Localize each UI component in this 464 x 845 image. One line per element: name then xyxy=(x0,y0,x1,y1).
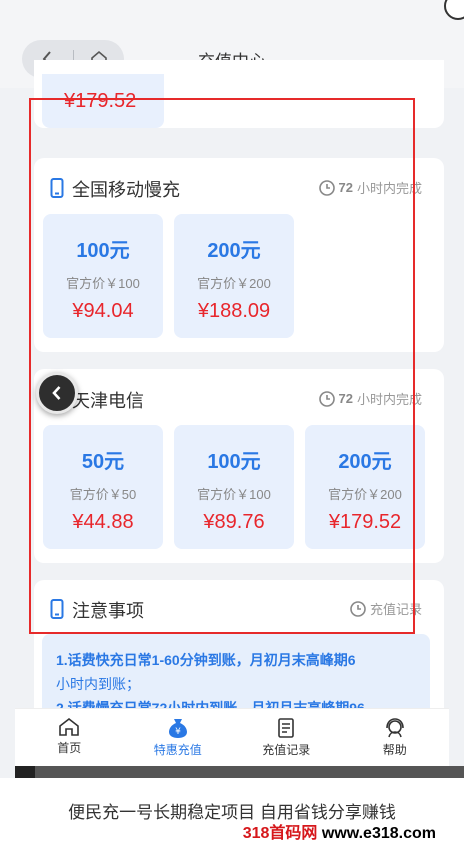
eta-label: 72 小时内完成 xyxy=(318,389,422,408)
clock-icon xyxy=(318,179,335,196)
tab-help[interactable]: 帮助 xyxy=(341,709,450,766)
watermark-url: www.e318.com xyxy=(317,825,436,842)
tab-recharge-records[interactable]: 充值记录 xyxy=(232,709,341,766)
home-icon xyxy=(59,717,80,736)
section-title: 全国移动慢充 xyxy=(72,180,180,200)
package-price: ¥89.76 xyxy=(203,511,265,533)
package-official-price: 官方价￥200 xyxy=(328,487,402,502)
records-link-label: 充值记录 xyxy=(369,602,422,617)
tab-special-recharge[interactable]: ¥ 特惠充值 xyxy=(124,709,233,766)
floating-back-button[interactable] xyxy=(36,372,78,414)
package-tile[interactable]: 200元 官方价￥200 ¥179.52 xyxy=(305,425,425,549)
package-tile[interactable]: 200元 官方价￥200 ¥188.09 xyxy=(174,214,294,338)
section-title: 天津电信 xyxy=(72,391,144,411)
eta-suffix: 小时内完成 xyxy=(356,392,422,407)
watermark-brand: 318首码网 xyxy=(242,825,318,842)
package-price: ¥179.52 xyxy=(328,511,402,533)
bottom-tab-bar: 首页 ¥ 特惠充值 充值记录 帮助 xyxy=(15,708,449,766)
package-tile[interactable]: 100元 官方价￥100 ¥94.04 xyxy=(43,214,163,338)
notice-title: 注意事项 xyxy=(72,601,144,621)
money-bag-icon: ¥ xyxy=(168,719,187,738)
package-price: ¥179.52 xyxy=(64,90,137,112)
tab-label: 首页 xyxy=(57,741,82,755)
caption-area: 便民充一号长期稳定项目 自用省钱分享赚钱 318首码网 www.e318.com xyxy=(0,778,464,845)
package-official-price: 官方价￥200 xyxy=(197,276,271,291)
package-face-value: 100元 xyxy=(207,451,261,473)
notice-line: 小时内到账； xyxy=(56,676,140,692)
notice-line: 1.话费快充日常1-60分钟到账，月初月末高峰期6 xyxy=(56,652,356,668)
receipt-icon xyxy=(278,718,295,738)
phone-icon xyxy=(50,178,64,198)
background-strip xyxy=(15,766,464,778)
package-price: ¥44.88 xyxy=(72,511,134,533)
package-official-price: 官方价￥100 xyxy=(197,487,271,502)
package-price: ¥188.09 xyxy=(197,300,271,322)
package-face-value: 50元 xyxy=(81,451,125,473)
recharge-records-link[interactable]: 充值记录 xyxy=(350,599,422,618)
package-tile[interactable]: 100元 官方价￥100 ¥89.76 xyxy=(174,425,294,549)
tab-home[interactable]: 首页 xyxy=(15,709,124,766)
svg-text:¥: ¥ xyxy=(175,727,181,737)
watermark: 318首码网 www.e318.com xyxy=(243,819,436,843)
eta-hours: 72 xyxy=(338,180,353,195)
tab-label: 充值记录 xyxy=(262,743,311,757)
package-official-price: 官方价￥50 xyxy=(69,487,137,502)
corner-overlay-button[interactable] xyxy=(444,0,464,20)
eta-label: 72 小时内完成 xyxy=(318,178,422,197)
package-price: ¥94.04 xyxy=(72,300,134,322)
package-face-value: 200元 xyxy=(207,240,261,262)
support-icon xyxy=(385,718,404,738)
tab-label: 帮助 xyxy=(382,743,407,757)
eta-suffix: 小时内完成 xyxy=(356,181,422,196)
tab-label: 特惠充值 xyxy=(153,743,202,757)
eta-hours: 72 xyxy=(338,391,353,406)
package-official-price: 官方价￥100 xyxy=(66,276,140,291)
package-tile[interactable]: 50元 官方价￥50 ¥44.88 xyxy=(43,425,163,549)
partial-package-tile[interactable]: ¥179.52 xyxy=(42,74,164,128)
chevron-left-icon xyxy=(52,386,61,400)
package-face-value: 100元 xyxy=(76,240,130,262)
clock-icon xyxy=(350,600,366,617)
package-face-value: 200元 xyxy=(338,451,392,473)
clock-icon xyxy=(318,390,335,407)
phone-icon xyxy=(50,599,64,619)
background-strip-left xyxy=(15,766,35,778)
